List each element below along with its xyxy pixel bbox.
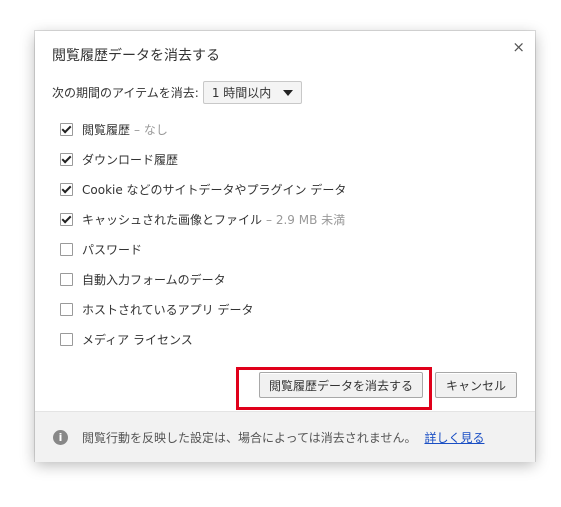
time-range-value: 1 時間以内	[211, 86, 272, 100]
checkbox-passwords[interactable]	[60, 242, 73, 256]
option-browsing-history[interactable]: 閲覧履歴 – なし	[60, 114, 346, 144]
option-label: 閲覧履歴	[82, 122, 131, 137]
option-detail: – なし	[134, 122, 168, 137]
option-label: Cookie などのサイトデータやプラグイン データ	[82, 182, 347, 197]
time-range-select[interactable]: 1 時間以内	[202, 81, 303, 104]
close-icon[interactable]: ×	[512, 38, 525, 56]
checkbox-cookies[interactable]	[60, 182, 73, 196]
option-label: キャッシュされた画像とファイル	[82, 212, 263, 227]
clear-browsing-data-dialog: 閲覧履歴データを消去する × 次の期間のアイテムを消去: 1 時間以内 閲覧履歴…	[35, 31, 535, 462]
time-range-label: 次の期間のアイテムを消去:	[52, 86, 199, 100]
option-label: ダウンロード履歴	[82, 152, 179, 167]
option-hosted-app-data[interactable]: ホストされているアプリ データ	[60, 294, 346, 324]
dialog-title: 閲覧履歴データを消去する	[52, 48, 220, 64]
option-media-licenses[interactable]: メディア ライセンス	[60, 324, 346, 354]
time-range-row: 次の期間のアイテムを消去: 1 時間以内	[52, 81, 303, 104]
dialog-footer: i 閲覧行動を反映した設定は、場合によっては消去されません。 詳しく見る	[35, 411, 535, 462]
checkbox-media-licenses[interactable]	[60, 332, 73, 346]
option-passwords[interactable]: パスワード	[60, 234, 346, 264]
checkbox-autofill[interactable]	[60, 272, 73, 286]
checkbox-hosted-app-data[interactable]	[60, 302, 73, 316]
cancel-button[interactable]: キャンセル	[435, 372, 517, 398]
option-detail: – 2.9 MB 未満	[266, 212, 346, 227]
learn-more-link[interactable]: 詳しく見る	[424, 429, 484, 446]
checkbox-download-history[interactable]	[60, 152, 73, 166]
footer-text: 閲覧行動を反映した設定は、場合によっては消去されません。	[82, 430, 417, 445]
checkbox-browsing-history[interactable]	[60, 122, 73, 136]
checkbox-cache[interactable]	[60, 212, 73, 226]
option-label: パスワード	[82, 242, 143, 257]
clear-data-button[interactable]: 閲覧履歴データを消去する	[259, 372, 423, 398]
option-cache[interactable]: キャッシュされた画像とファイル – 2.9 MB 未満	[60, 204, 346, 234]
dropdown-arrow-icon	[283, 89, 294, 96]
info-icon: i	[53, 429, 68, 445]
option-label: ホストされているアプリ データ	[82, 302, 254, 317]
option-label: 自動入力フォームのデータ	[82, 272, 226, 287]
option-cookies[interactable]: Cookie などのサイトデータやプラグイン データ	[60, 174, 346, 204]
options-list: 閲覧履歴 – なし ダウンロード履歴 Cookie などのサイトデータやプラグイ…	[60, 114, 346, 354]
option-download-history[interactable]: ダウンロード履歴	[60, 144, 346, 174]
option-autofill[interactable]: 自動入力フォームのデータ	[60, 264, 346, 294]
option-label: メディア ライセンス	[82, 332, 193, 347]
